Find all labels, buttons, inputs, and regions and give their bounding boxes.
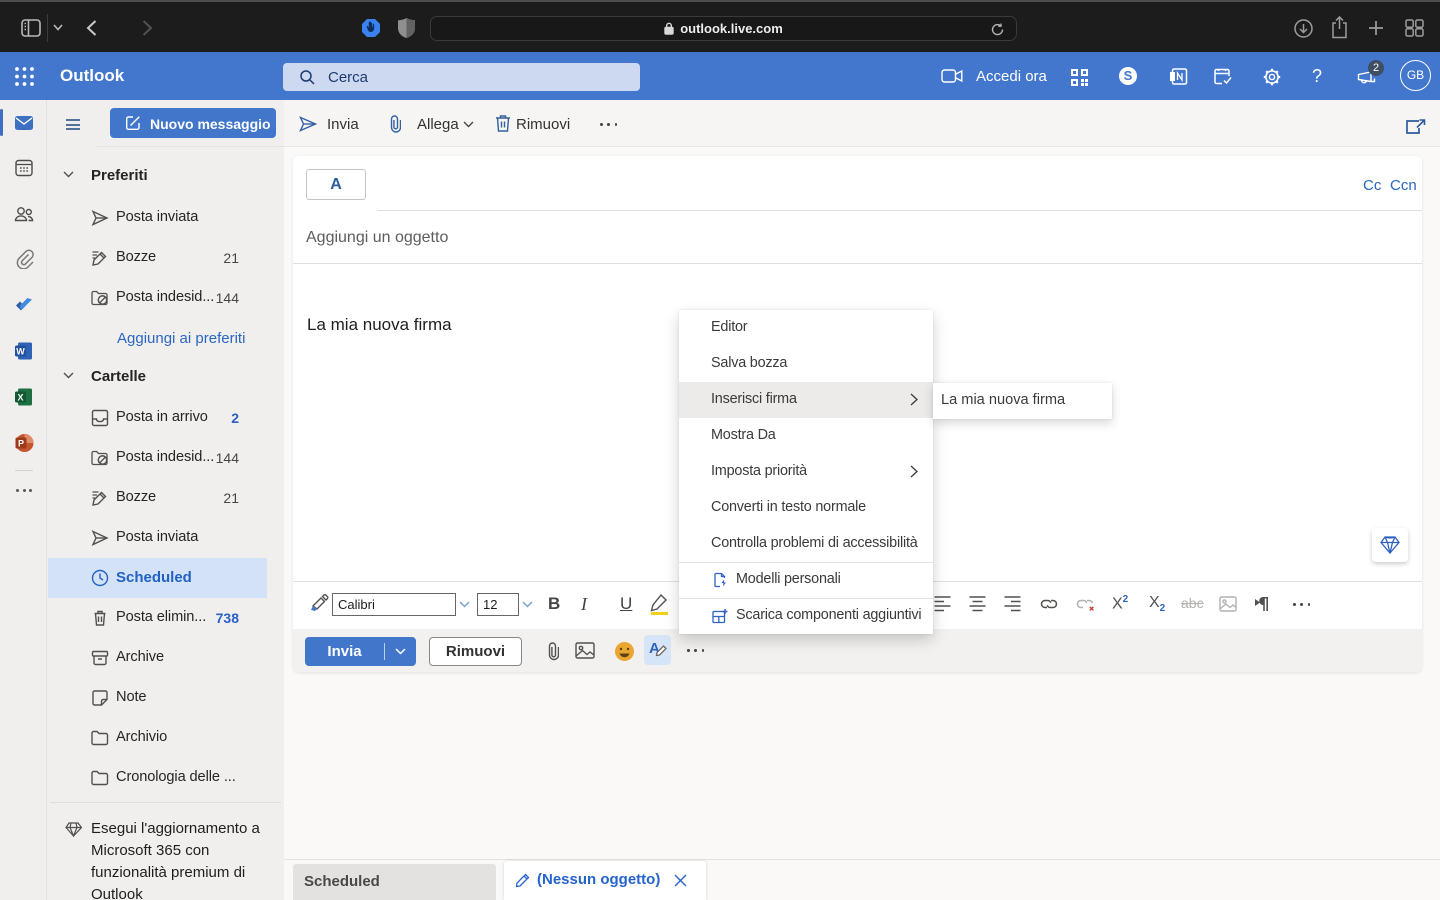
svg-text:W: W xyxy=(16,347,25,357)
